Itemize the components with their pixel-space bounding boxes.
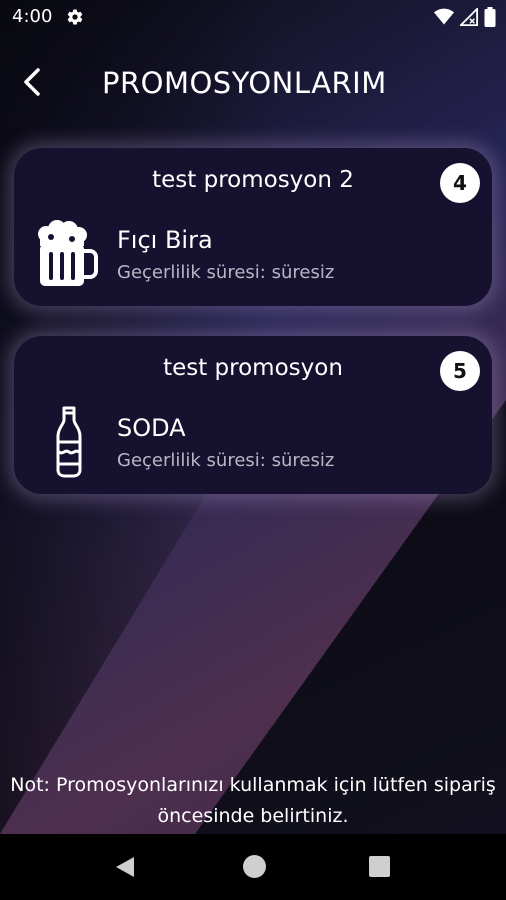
wifi-icon (434, 8, 454, 25)
promotion-item-name: Fıçı Bira (117, 226, 213, 254)
system-nav-bar (0, 834, 506, 900)
usage-note-line: Not: Promosyonlarınızı kullanmak için lü… (10, 774, 496, 796)
recents-square-icon[interactable] (369, 856, 390, 877)
promotion-validity: Geçerlilik süresi: süresiz (117, 450, 335, 471)
back-triangle-icon[interactable] (114, 855, 136, 879)
gear-icon (67, 9, 83, 25)
promotion-card[interactable]: test promosyon 2 4 Fıçı Bira Geçerlilik … (14, 148, 492, 306)
promotion-count-badge: 5 (440, 351, 480, 391)
promotion-card[interactable]: test promosyon 5 SODA Geçerlilik süresi:… (14, 336, 492, 494)
page-title: PROMOSYONLARIM (102, 66, 387, 100)
system-icons (434, 7, 496, 27)
promotion-item-name: SODA (117, 414, 186, 442)
app-bar: PROMOSYONLARIM (0, 52, 506, 116)
promotion-title: test promosyon (163, 355, 343, 381)
status-bar: 4:00 (0, 0, 506, 34)
usage-note-line: öncesinde belirtiniz. (157, 805, 349, 827)
status-time: 4:00 (12, 6, 53, 27)
promotion-count-badge: 4 (440, 163, 480, 203)
promotion-title: test promosyon 2 (152, 167, 354, 193)
beer-mug-icon (38, 220, 98, 286)
app-screen: 4:00 PROMOSYONLARIM test promosyon 2 4 F… (0, 0, 506, 834)
usage-note: Not: Promosyonlarınızı kullanmak için lü… (0, 770, 506, 832)
home-circle-icon[interactable] (243, 855, 266, 878)
chevron-left-icon (24, 68, 40, 96)
signal-icon (460, 8, 478, 26)
battery-icon (484, 7, 496, 27)
soda-bottle-icon (56, 406, 82, 478)
back-button[interactable] (14, 64, 50, 100)
promotion-validity: Geçerlilik süresi: süresiz (117, 262, 335, 283)
